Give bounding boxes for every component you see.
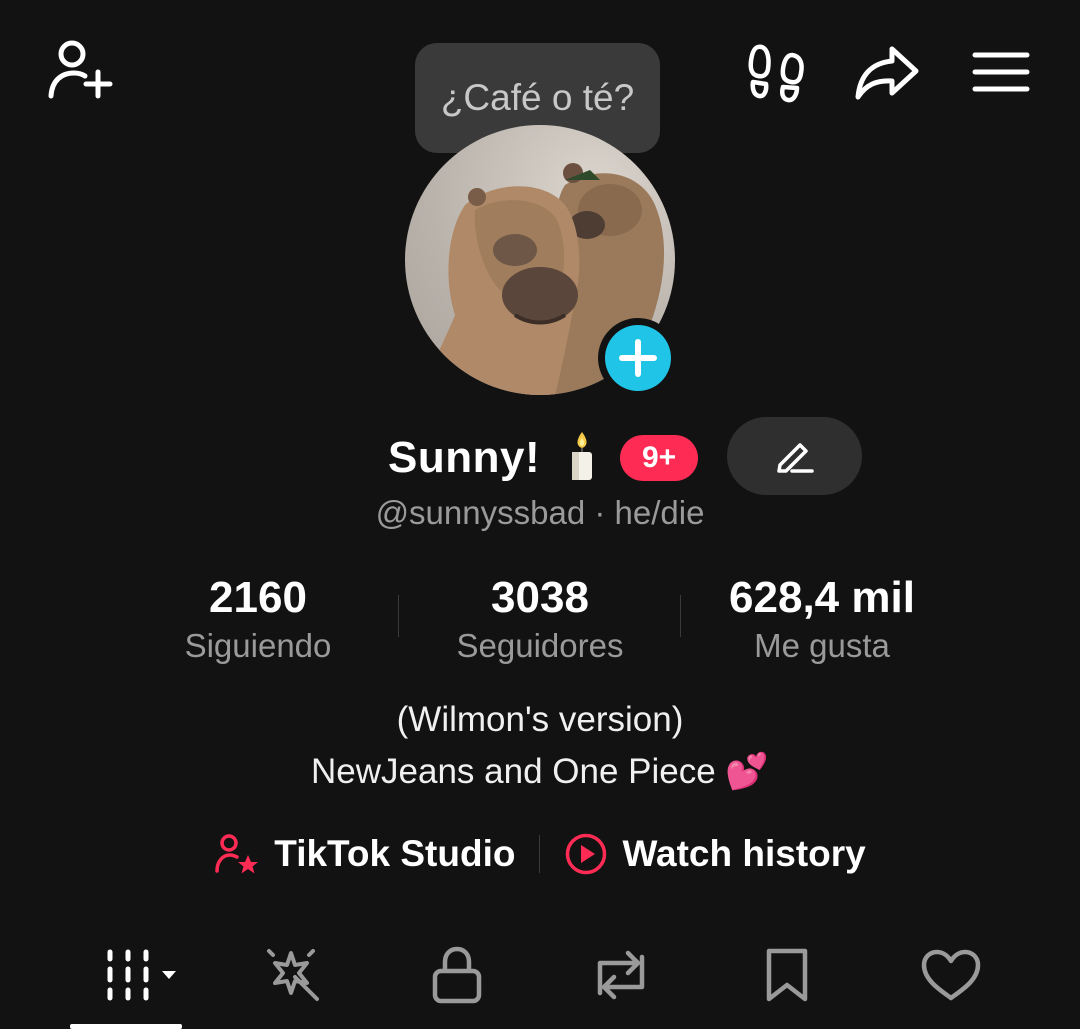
add-story-circle — [605, 325, 671, 391]
tab-effects[interactable] — [248, 940, 338, 1010]
following-count: 2160 — [209, 573, 307, 622]
stat-divider — [398, 595, 399, 637]
person-add-icon — [48, 40, 113, 99]
bio-line-2: NewJeans and One Piece 💕 — [311, 752, 769, 791]
following-label: Siguiendo — [184, 627, 332, 664]
pencil-icon — [776, 443, 814, 473]
name-row: Sunny! 9+ — [388, 420, 699, 496]
stat-divider — [680, 595, 681, 637]
tab-reposts[interactable] — [576, 940, 666, 1010]
hamburger-menu-icon — [972, 52, 1030, 92]
following-stat[interactable]: 2160 Siguiendo — [118, 572, 398, 666]
active-tab-indicator — [70, 1024, 182, 1029]
tab-private[interactable] — [412, 940, 502, 1010]
followers-count: 3038 — [491, 573, 589, 622]
grid-videos-icon — [107, 949, 176, 1001]
tiktok-studio-link[interactable]: TikTok Studio — [214, 833, 515, 875]
add-story-button[interactable] — [598, 318, 678, 398]
notification-badge[interactable]: 9+ — [620, 435, 699, 481]
likes-count: 628,4 mil — [729, 573, 915, 622]
edit-profile-button[interactable] — [727, 417, 862, 495]
share-arrow-icon — [855, 46, 919, 100]
watch-history-link[interactable]: Watch history — [564, 832, 866, 876]
tab-liked[interactable] — [906, 940, 996, 1010]
footprints-icon — [748, 44, 804, 103]
tab-favorites[interactable] — [742, 940, 832, 1010]
heart-icon — [921, 949, 981, 1001]
activity-button[interactable] — [744, 40, 808, 104]
menu-button[interactable] — [968, 44, 1034, 100]
note-text: ¿Café o té? — [440, 77, 635, 118]
repost-icon — [597, 950, 645, 1000]
display-name: Sunny! — [388, 433, 541, 482]
magic-wand-icon — [267, 949, 319, 1001]
followers-stat[interactable]: 3038 Seguidores — [400, 572, 680, 666]
lock-icon — [432, 946, 482, 1004]
profile-links: TikTok Studio Watch history — [0, 832, 1080, 876]
tiktok-studio-label: TikTok Studio — [274, 833, 516, 874]
followers-label: Seguidores — [456, 627, 624, 664]
watch-history-label: Watch history — [622, 833, 866, 874]
links-divider — [539, 835, 541, 873]
bio-line-1: (Wilmon's version) — [396, 700, 684, 739]
candle-icon — [566, 430, 598, 487]
play-circle-icon — [566, 833, 607, 875]
likes-label: Me gusta — [754, 627, 890, 664]
username-pronouns: @sunnyssbad · he/die — [375, 494, 705, 531]
share-profile-button[interactable] — [852, 40, 922, 106]
creator-star-icon — [215, 834, 259, 874]
tab-videos[interactable] — [88, 940, 188, 1010]
add-friend-button[interactable] — [40, 36, 116, 104]
plus-icon — [619, 339, 657, 377]
bookmark-icon — [766, 948, 808, 1002]
likes-stat[interactable]: 628,4 mil Me gusta — [682, 572, 962, 666]
